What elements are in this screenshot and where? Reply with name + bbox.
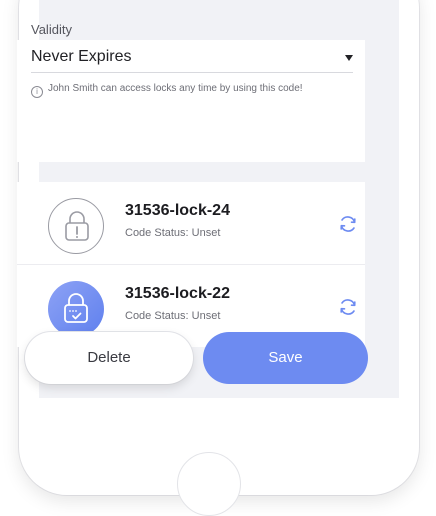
validity-label: Validity — [31, 22, 72, 37]
lock-status: Code Status: Unset — [125, 310, 221, 322]
lock-item-31536-lock-24[interactable]: 31536-lock-24 Code Status: Unset — [17, 182, 365, 265]
padlock-warning-icon — [48, 198, 104, 254]
refresh-icon[interactable] — [338, 214, 358, 234]
validity-select[interactable]: Never Expires — [31, 48, 131, 66]
info-icon: i — [31, 86, 43, 98]
refresh-icon[interactable] — [338, 297, 358, 317]
home-button[interactable] — [177, 452, 241, 516]
lock-status: Code Status: Unset — [125, 227, 221, 239]
save-button[interactable]: Save — [203, 332, 368, 384]
delete-button[interactable]: Delete — [25, 332, 193, 384]
dropdown-caret-icon[interactable] — [345, 55, 353, 61]
lock-name: 31536-lock-24 — [125, 202, 230, 219]
validity-divider — [31, 72, 353, 73]
validity-hint: John Smith can access locks any time by … — [48, 83, 303, 94]
lock-name: 31536-lock-22 — [125, 285, 230, 302]
padlock-check-icon — [48, 281, 104, 337]
